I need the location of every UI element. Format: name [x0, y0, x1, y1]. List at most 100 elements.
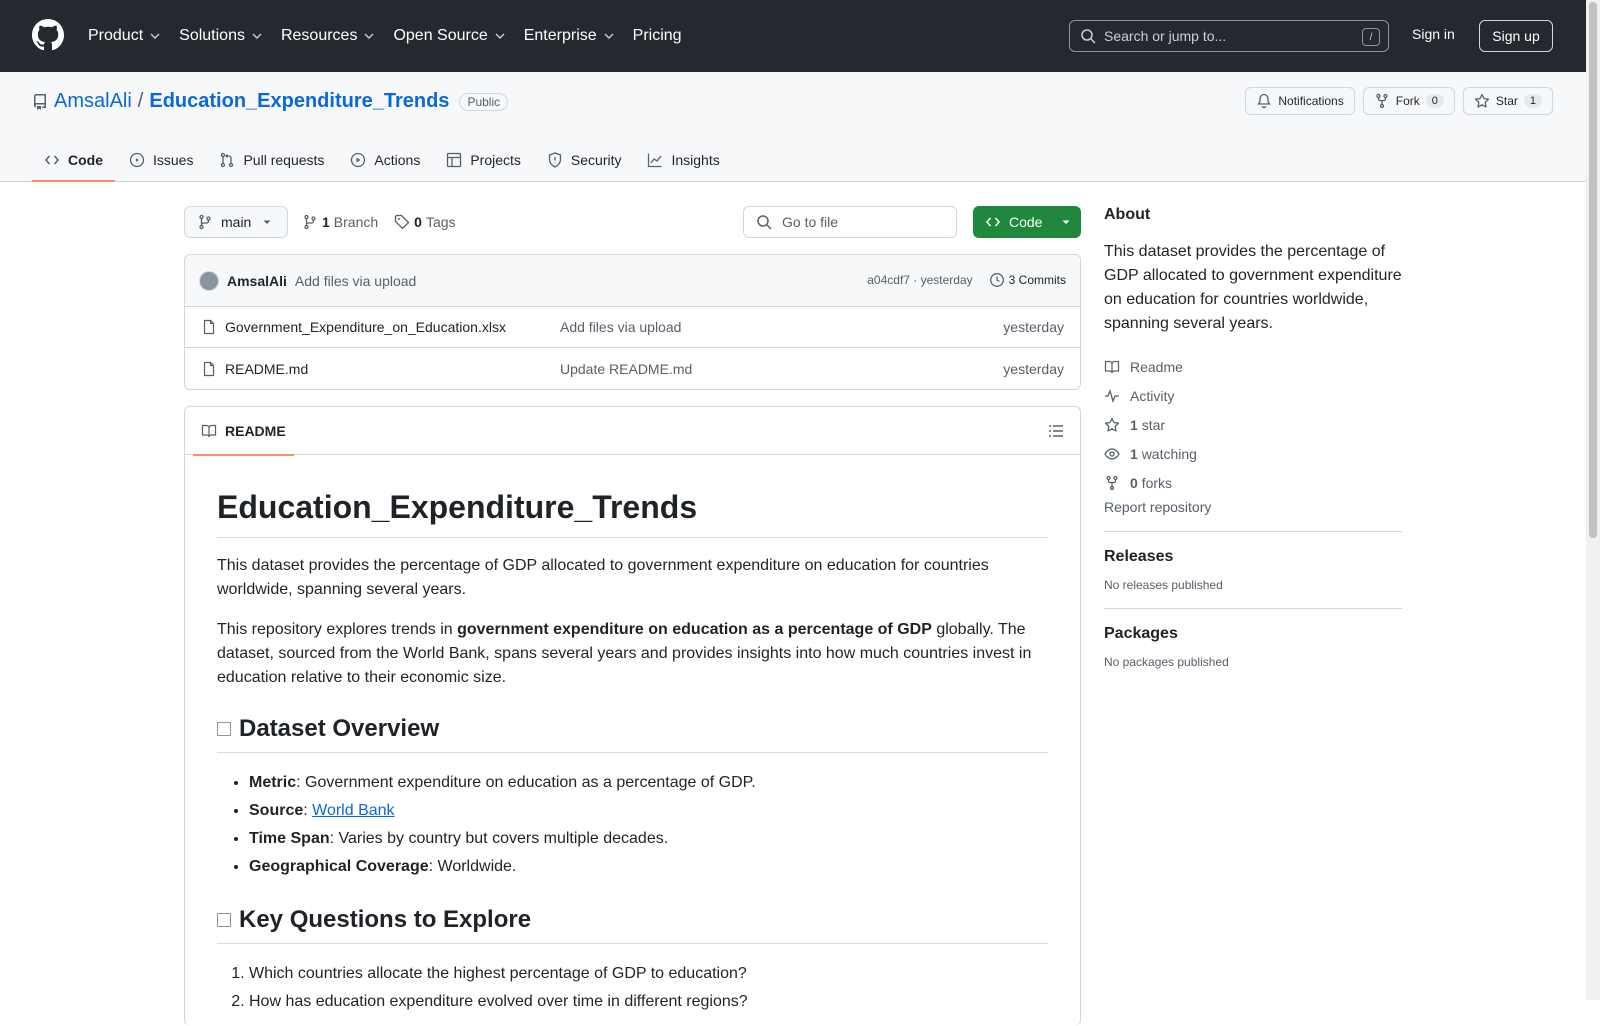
branch-name: main — [221, 214, 252, 230]
scrollbar-thumb[interactable] — [1589, 2, 1597, 538]
star-count: 1 — [1523, 94, 1542, 108]
file-icon — [203, 319, 215, 335]
watching-count: 1 — [1130, 445, 1138, 462]
tab-issues[interactable]: Issues — [117, 138, 205, 182]
nav-enterprise[interactable]: Enterprise — [524, 27, 615, 45]
commit-hash-time[interactable]: a04cdf7 · yesterday — [867, 273, 972, 287]
go-to-file-input[interactable]: Go to file — [743, 206, 957, 238]
readme-tab[interactable]: README — [193, 407, 294, 456]
sidebar-item-activity[interactable]: Activity — [1104, 381, 1402, 410]
tab-actions[interactable]: Actions — [338, 138, 432, 182]
history-icon — [989, 273, 1004, 287]
checkbox-icon — [217, 913, 231, 927]
file-commit-message[interactable]: Update README.md — [560, 361, 692, 377]
commits-link[interactable]: 3 Commits — [989, 272, 1066, 288]
releases-heading[interactable]: Releases — [1104, 548, 1402, 566]
nav-resources[interactable]: Resources — [281, 27, 375, 45]
tab-code[interactable]: Code — [32, 138, 115, 182]
sign-in-link[interactable]: Sign in — [1412, 26, 1455, 42]
table-icon — [447, 152, 462, 168]
star-label: Star — [1495, 94, 1518, 108]
divider — [1104, 531, 1402, 532]
list-item: Source: World Bank — [249, 797, 1048, 825]
file-name[interactable]: README.md — [225, 361, 308, 377]
table-row[interactable]: Government_Expenditure_on_Education.xlsx… — [185, 307, 1080, 348]
tag-count: 0 — [414, 214, 422, 230]
fork-button[interactable]: Fork 0 — [1362, 87, 1455, 115]
file-list: AmsalAli Add files via upload a04cdf7 · … — [184, 254, 1081, 390]
about-sidebar: About This dataset provides the percenta… — [1104, 206, 1402, 669]
sidebar-item-label: forks — [1141, 474, 1173, 491]
github-logo-icon[interactable] — [32, 19, 64, 51]
bell-icon — [1257, 93, 1272, 109]
forks-count: 0 — [1130, 474, 1138, 491]
latest-commit-row: AmsalAli Add files via upload a04cdf7 · … — [185, 255, 1080, 307]
sign-up-button[interactable]: Sign up — [1479, 20, 1553, 52]
list-item-key: Source — [249, 802, 304, 819]
code-button[interactable]: Code — [973, 206, 1081, 238]
repo-title: AmsalAli / Education_Expenditure_Trends … — [32, 90, 509, 113]
tags-link[interactable]: 0 Tags — [394, 214, 456, 230]
branch-selector[interactable]: main — [184, 206, 288, 238]
avatar[interactable] — [199, 270, 219, 291]
repo-header: AmsalAli / Education_Expenditure_Trends … — [0, 72, 1586, 182]
list-item-value: : Varies by country but covers multiple … — [329, 830, 669, 847]
nav-product[interactable]: Product — [88, 27, 161, 45]
pull-request-icon — [221, 152, 234, 168]
tab-pull-requests[interactable]: Pull requests — [207, 138, 336, 182]
book-icon — [1104, 360, 1120, 373]
nav-open-source[interactable]: Open Source — [393, 27, 505, 45]
notifications-label: Notifications — [1278, 94, 1344, 108]
sidebar-item-text: 1 watching — [1130, 446, 1197, 462]
nav-open-source-label: Open Source — [393, 27, 488, 44]
code-icon — [986, 217, 1000, 227]
p2-before: This repository explores trends in — [217, 621, 458, 638]
table-row[interactable]: README.md Update README.md yesterday — [185, 348, 1080, 389]
notifications-button[interactable]: Notifications — [1245, 87, 1355, 115]
list-icon[interactable] — [1048, 423, 1064, 439]
global-search-input[interactable]: Search or jump to... / — [1069, 20, 1389, 52]
list-item-value: : Worldwide. — [428, 858, 517, 875]
sidebar-item-forks[interactable]: 0 forks — [1104, 468, 1402, 497]
sidebar-item-text: 1 star — [1130, 417, 1165, 433]
pulse-icon — [1105, 388, 1119, 403]
file-name[interactable]: Government_Expenditure_on_Education.xlsx — [225, 319, 506, 335]
world-bank-link[interactable]: World Bank — [312, 802, 394, 819]
repo-name-link[interactable]: Education_Expenditure_Trends — [149, 90, 449, 113]
readme-paragraph: This repository explores trends in gover… — [217, 618, 1048, 690]
fork-icon — [1376, 93, 1388, 109]
sidebar-item-stars[interactable]: 1 star — [1104, 410, 1402, 439]
file-commit-message[interactable]: Add files via upload — [560, 319, 681, 335]
book-icon — [201, 424, 217, 438]
repo-actions: Notifications Fork 0 Star 1 — [1245, 87, 1553, 115]
nav-solutions[interactable]: Solutions — [179, 27, 263, 45]
list-item: Metric: Government expenditure on educat… — [249, 769, 1048, 797]
report-repository-link[interactable]: Report repository — [1104, 499, 1402, 515]
commits-count: 3 Commits — [1008, 273, 1066, 287]
tag-label: Tags — [425, 214, 456, 230]
page-scrollbar[interactable] — [1586, 0, 1600, 1000]
tab-projects[interactable]: Projects — [434, 138, 533, 182]
tab-security-label: Security — [570, 152, 622, 168]
nav-pricing[interactable]: Pricing — [633, 27, 682, 45]
sidebar-item-watching[interactable]: 1 watching — [1104, 439, 1402, 468]
repo-owner-link[interactable]: AmsalAli — [54, 90, 132, 113]
list-item-key: Time Span — [249, 830, 330, 847]
branches-link[interactable]: 1 Branch — [302, 214, 378, 230]
divider — [1104, 608, 1402, 609]
nav-pricing-label: Pricing — [632, 27, 682, 44]
tab-insights[interactable]: Insights — [635, 138, 731, 182]
top-navigation: Product Solutions Resources Open Source … — [88, 0, 700, 72]
graph-icon — [648, 153, 662, 168]
caret-down-icon — [1062, 220, 1070, 224]
tag-icon — [395, 214, 410, 230]
sidebar-item-text: 0 forks — [1130, 475, 1172, 491]
star-button[interactable]: Star 1 — [1462, 87, 1553, 115]
fork-label: Fork — [1395, 94, 1420, 108]
commit-message[interactable]: Add files via upload — [295, 273, 416, 289]
branch-icon — [304, 214, 316, 230]
tab-security[interactable]: Security — [535, 138, 634, 182]
commit-author[interactable]: AmsalAli — [227, 273, 287, 289]
packages-heading[interactable]: Packages — [1104, 625, 1402, 643]
sidebar-item-readme[interactable]: Readme — [1104, 352, 1402, 381]
